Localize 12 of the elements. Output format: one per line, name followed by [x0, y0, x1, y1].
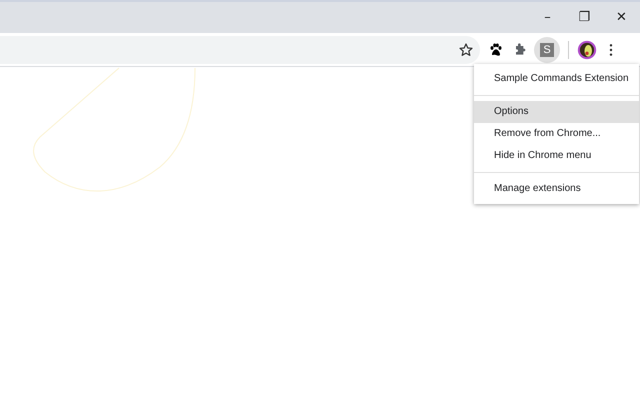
extension-button[interactable]: S [534, 36, 560, 62]
paw-icon[interactable] [488, 42, 504, 58]
menu-item[interactable]: Hide in Chrome menu [474, 145, 639, 167]
menu-header: Sample Commands Extension [493, 72, 630, 86]
minimize-button[interactable]: – [529, 2, 566, 33]
restore-button[interactable]: ❐ [566, 2, 603, 33]
menu-item[interactable]: Manage extensions [474, 178, 639, 200]
close-button[interactable]: ✕ [603, 2, 640, 33]
menu-item[interactable]: Options [474, 101, 639, 123]
menu-item[interactable]: Remove from Chrome... [474, 123, 639, 145]
avatar-icon[interactable] [577, 40, 597, 60]
star-icon[interactable] [458, 42, 474, 58]
